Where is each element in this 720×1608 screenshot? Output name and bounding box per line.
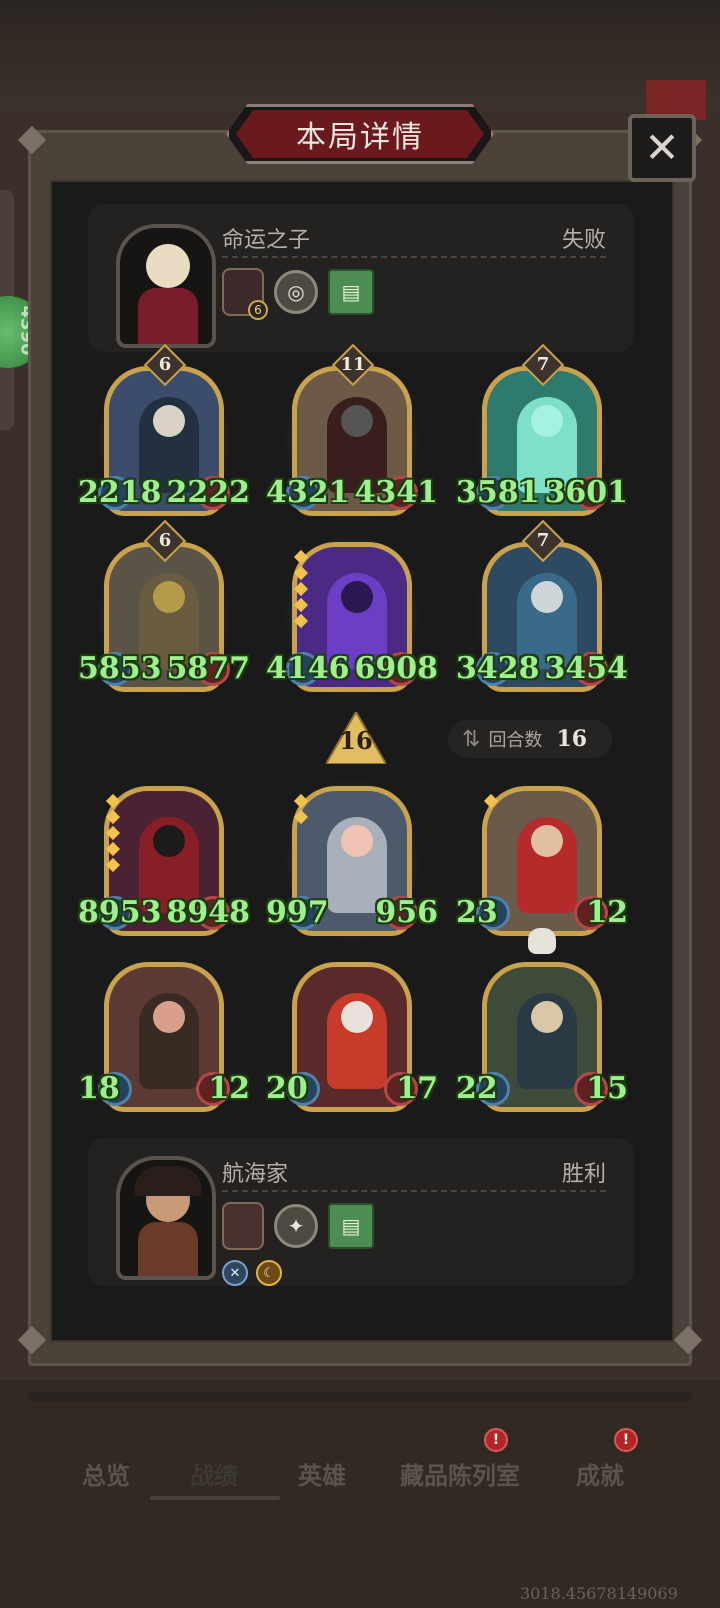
unit-attack: 4321 bbox=[266, 475, 350, 510]
enemy-unit-card[interactable]: 7 3581 3601 bbox=[456, 343, 628, 524]
divider bbox=[222, 256, 606, 258]
player-avatar[interactable] bbox=[116, 1156, 216, 1280]
rounds-value: 16 bbox=[556, 726, 588, 752]
player-unit-card[interactable]: 18 12 bbox=[78, 962, 250, 1112]
unit-health: 12 bbox=[208, 1071, 250, 1106]
enemy-unit-card[interactable]: 4146 6908 bbox=[266, 534, 438, 700]
coin-icon[interactable]: ✦ bbox=[274, 1204, 318, 1248]
unit-health: 6908 bbox=[354, 651, 439, 686]
tab-indicator bbox=[150, 1496, 280, 1500]
hero-level-badge: 6 bbox=[248, 300, 268, 320]
enemy-unit-card[interactable]: 6 5853 5877 bbox=[78, 519, 250, 700]
tab-collection[interactable]: 藏品陈列室 bbox=[400, 1456, 520, 1491]
turn-number: 16 bbox=[339, 726, 373, 755]
star-pips bbox=[293, 549, 309, 629]
skull-icon bbox=[528, 928, 556, 954]
player-unit-card[interactable]: 22 15 bbox=[456, 962, 628, 1112]
tab-overview[interactable]: 总览 bbox=[82, 1456, 130, 1491]
star-pips bbox=[483, 793, 499, 809]
unit-attack: 8953 bbox=[78, 895, 162, 930]
bottom-bar bbox=[0, 1380, 720, 1608]
turn-marker: 16 bbox=[326, 712, 386, 764]
star-pips bbox=[105, 793, 121, 873]
divider bbox=[222, 1190, 606, 1192]
unit-health: 8948 bbox=[166, 895, 251, 930]
unit-health: 3601 bbox=[544, 475, 629, 510]
unit-tier: 6 bbox=[158, 530, 172, 551]
unit-attack: 2218 bbox=[78, 475, 162, 510]
unit-health: 2222 bbox=[166, 475, 251, 510]
player-card: 航海家 胜利 ✦ ▤ ✕ ☾ bbox=[88, 1138, 634, 1286]
player-unit-card[interactable]: 20 17 bbox=[266, 962, 438, 1112]
unit-health: 5877 bbox=[166, 651, 251, 686]
gold-buff-icon[interactable]: ☾ bbox=[256, 1260, 282, 1286]
user-id: 3018.45678149069 bbox=[520, 1584, 678, 1603]
notification-badge: ! bbox=[484, 1428, 508, 1452]
player-items: ✦ ▤ bbox=[222, 1202, 374, 1250]
tab-records[interactable]: 战绩 bbox=[190, 1456, 238, 1491]
top-background bbox=[0, 0, 720, 110]
opponent-name: 命运之子 bbox=[222, 228, 311, 253]
player-name: 航海家 bbox=[222, 1162, 289, 1187]
unit-health: 956 bbox=[375, 895, 438, 930]
unit-attack: 20 bbox=[266, 1071, 308, 1106]
unit-tier: 11 bbox=[340, 354, 366, 375]
unit-attack: 5853 bbox=[78, 651, 162, 686]
rounds-counter: ⇅ 回合数 16 bbox=[448, 720, 612, 758]
player-buffs: ✕ ☾ bbox=[222, 1260, 282, 1286]
close-button[interactable]: ✕ bbox=[628, 114, 696, 182]
unit-attack: 3581 bbox=[456, 475, 540, 510]
book-icon[interactable]: ▤ bbox=[328, 269, 374, 315]
scroll-rail bbox=[28, 1392, 692, 1402]
unit-attack: 23 bbox=[456, 895, 498, 930]
swords-icon[interactable]: ✕ bbox=[222, 1260, 248, 1286]
coin-icon[interactable]: ◎ bbox=[274, 270, 318, 314]
opponent-card: 命运之子 失败 6 ◎ ▤ bbox=[88, 204, 634, 352]
unit-attack: 3428 bbox=[456, 651, 540, 686]
unit-attack: 22 bbox=[456, 1071, 498, 1106]
unit-tier: 6 bbox=[158, 354, 172, 375]
unit-health: 17 bbox=[396, 1071, 438, 1106]
book-icon[interactable]: ▤ bbox=[328, 1203, 374, 1249]
opponent-avatar[interactable] bbox=[116, 224, 216, 348]
unit-health: 12 bbox=[586, 895, 628, 930]
player-unit-card[interactable]: 23 12 bbox=[456, 786, 628, 954]
tab-achievements[interactable]: 成就 bbox=[576, 1456, 624, 1491]
enemy-unit-card[interactable]: 6 2218 2222 bbox=[78, 343, 250, 524]
swap-icon: ⇅ bbox=[462, 726, 481, 752]
star-pips bbox=[293, 793, 309, 825]
close-icon: ✕ bbox=[644, 123, 680, 172]
hero-mini-portrait[interactable]: 6 bbox=[222, 268, 268, 320]
unit-tier: 7 bbox=[536, 530, 550, 551]
enemy-unit-card[interactable]: 11 4321 4341 bbox=[266, 343, 438, 524]
player-unit-card[interactable]: 8953 8948 bbox=[78, 786, 250, 936]
enemy-unit-card[interactable]: 7 3428 3454 bbox=[456, 519, 628, 700]
unit-tier: 7 bbox=[536, 354, 550, 375]
unit-health: 4341 bbox=[354, 475, 439, 510]
unit-attack: 997 bbox=[266, 895, 329, 930]
title-banner: 本局详情 bbox=[236, 110, 484, 158]
notification-badge: ! bbox=[614, 1428, 638, 1452]
opponent-items: 6 ◎ ▤ bbox=[222, 268, 374, 320]
player-unit-card[interactable]: 997 956 bbox=[266, 778, 438, 944]
unit-health: 3454 bbox=[544, 651, 629, 686]
unit-attack: 18 bbox=[78, 1071, 120, 1106]
rounds-label: 回合数 bbox=[488, 730, 543, 751]
unit-health: 15 bbox=[586, 1071, 628, 1106]
unit-attack: 4146 bbox=[266, 651, 350, 686]
page-title: 本局详情 bbox=[296, 120, 424, 155]
opponent-result: 失败 bbox=[561, 228, 606, 253]
hero-mini-portrait[interactable] bbox=[222, 1202, 264, 1250]
tab-heroes[interactable]: 英雄 bbox=[298, 1456, 346, 1491]
player-result: 胜利 bbox=[561, 1162, 606, 1187]
